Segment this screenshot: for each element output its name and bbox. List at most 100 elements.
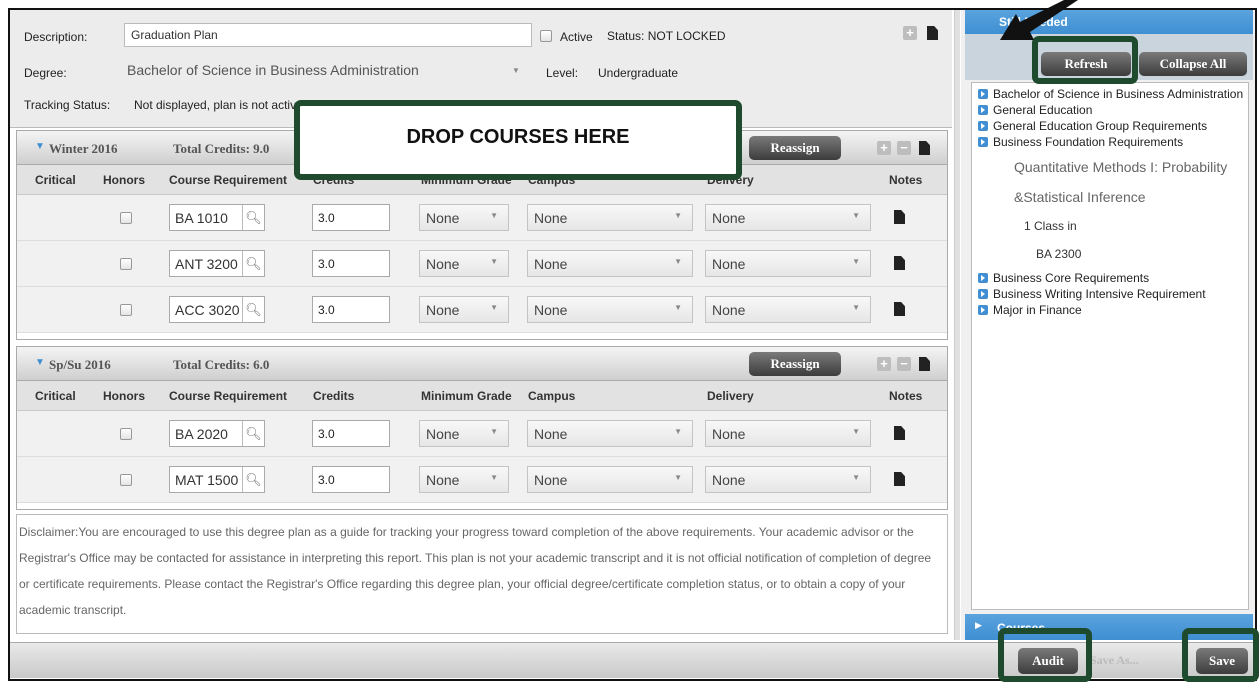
panel-splitter[interactable] bbox=[954, 10, 960, 640]
course-row: MAT 1500 🔍︎ 3.0 None ▼ None ▼ None ▼ bbox=[17, 457, 947, 503]
credits-input[interactable]: 3.0 bbox=[312, 466, 390, 493]
expand-icon[interactable] bbox=[978, 121, 988, 131]
minus-icon[interactable]: − bbox=[897, 357, 911, 371]
campus-select[interactable]: None ▼ bbox=[527, 296, 693, 323]
tracking-label: Tracking Status: bbox=[24, 98, 111, 112]
notes-icon[interactable] bbox=[894, 302, 905, 316]
reassign-button[interactable]: Reassign bbox=[749, 352, 841, 376]
campus-select[interactable]: None ▼ bbox=[527, 420, 693, 447]
course-input[interactable]: MAT 1500 🔍︎ bbox=[169, 466, 265, 493]
delivery-value: None bbox=[712, 210, 746, 226]
tree-item-label: Major in Finance bbox=[993, 303, 1082, 317]
course-code: BA 2020 bbox=[175, 426, 228, 442]
honors-checkbox[interactable] bbox=[120, 428, 132, 440]
reassign-button[interactable]: Reassign bbox=[749, 136, 841, 160]
drop-zone[interactable]: DROP COURSES HERE bbox=[294, 100, 742, 180]
delivery-select[interactable]: None ▼ bbox=[705, 466, 871, 493]
expand-triangle-icon[interactable]: ▼ bbox=[35, 357, 45, 368]
course-input[interactable]: ANT 3200 🔍︎ bbox=[169, 250, 265, 277]
description-input[interactable]: Graduation Plan bbox=[124, 23, 532, 47]
tree-item[interactable]: Major in Finance bbox=[978, 303, 1082, 317]
expand-icon[interactable] bbox=[978, 305, 988, 315]
notes-icon[interactable] bbox=[919, 141, 930, 155]
expand-icon[interactable] bbox=[978, 289, 988, 299]
expand-icon[interactable] bbox=[978, 273, 988, 283]
search-icon[interactable]: 🔍︎ bbox=[242, 205, 264, 230]
expand-icon[interactable] bbox=[978, 89, 988, 99]
notes-icon[interactable] bbox=[894, 210, 905, 224]
expand-icon[interactable] bbox=[978, 105, 988, 115]
campus-select[interactable]: None ▼ bbox=[527, 466, 693, 493]
delivery-select[interactable]: None ▼ bbox=[705, 250, 871, 277]
search-icon[interactable]: 🔍︎ bbox=[242, 297, 264, 322]
drop-zone-label: DROP COURSES HERE bbox=[406, 126, 630, 148]
campus-select[interactable]: None ▼ bbox=[527, 204, 693, 231]
campus-select[interactable]: None ▼ bbox=[527, 250, 693, 277]
col-course: Course Requirement bbox=[169, 389, 288, 403]
required-course-link[interactable]: BA 2300 bbox=[1036, 247, 1081, 261]
min-grade-select[interactable]: None ▼ bbox=[419, 420, 509, 447]
collapse-all-button[interactable]: Collapse All bbox=[1139, 52, 1247, 76]
tree-item-label: Bachelor of Science in Business Administ… bbox=[993, 87, 1244, 101]
save-as-button[interactable]: Save As... bbox=[1090, 653, 1139, 668]
tree-item[interactable]: Business Foundation Requirements bbox=[978, 135, 1183, 149]
delivery-select[interactable]: None ▼ bbox=[705, 296, 871, 323]
honors-checkbox[interactable] bbox=[120, 258, 132, 270]
course-input[interactable]: BA 2020 🔍︎ bbox=[169, 420, 265, 447]
requirement-detail: &Statistical Inference bbox=[1014, 189, 1146, 205]
min-grade-select[interactable]: None ▼ bbox=[419, 296, 509, 323]
minus-icon[interactable]: − bbox=[897, 141, 911, 155]
tree-item[interactable]: Business Writing Intensive Requirement bbox=[978, 287, 1206, 301]
term-header: ▼ Sp/Su 2016 Total Credits: 6.0 Reassign… bbox=[17, 347, 947, 381]
credits-input[interactable]: 3.0 bbox=[312, 250, 390, 277]
plus-icon[interactable]: + bbox=[877, 141, 891, 155]
min-grade-select[interactable]: None ▼ bbox=[419, 466, 509, 493]
min-grade-select[interactable]: None ▼ bbox=[419, 204, 509, 231]
course-code: MAT 1500 bbox=[175, 472, 239, 488]
plus-icon[interactable]: + bbox=[877, 357, 891, 371]
tree-item[interactable]: Bachelor of Science in Business Administ… bbox=[978, 87, 1243, 101]
honors-checkbox[interactable] bbox=[120, 474, 132, 486]
term-total-credits: Total Credits: 9.0 bbox=[173, 141, 270, 156]
requirements-tree: Bachelor of Science in Business Administ… bbox=[971, 82, 1249, 610]
min-grade-value: None bbox=[426, 426, 460, 442]
notes-icon[interactable] bbox=[919, 357, 930, 371]
lock-status: Status: NOT LOCKED bbox=[607, 29, 726, 43]
delivery-select[interactable]: None ▼ bbox=[705, 204, 871, 231]
search-icon[interactable]: 🔍︎ bbox=[242, 467, 264, 492]
tree-item[interactable]: General Education Group Requirements bbox=[978, 119, 1207, 133]
search-icon[interactable]: 🔍︎ bbox=[242, 421, 264, 446]
requirement-count: 1 Class in bbox=[1024, 219, 1077, 233]
delivery-value: None bbox=[712, 426, 746, 442]
honors-checkbox[interactable] bbox=[120, 212, 132, 224]
notes-icon[interactable] bbox=[894, 472, 905, 486]
tree-item[interactable]: General Education bbox=[978, 103, 1092, 117]
expand-triangle-icon[interactable]: ▼ bbox=[35, 141, 45, 152]
notes-icon[interactable] bbox=[894, 426, 905, 440]
campus-value: None bbox=[534, 302, 568, 318]
course-input[interactable]: ACC 3020 🔍︎ bbox=[169, 296, 265, 323]
course-code: ANT 3200 bbox=[175, 256, 238, 272]
delivery-select[interactable]: None ▼ bbox=[705, 420, 871, 447]
search-icon[interactable]: 🔍︎ bbox=[242, 251, 264, 276]
min-grade-select[interactable]: None ▼ bbox=[419, 250, 509, 277]
save-highlight bbox=[1182, 628, 1259, 682]
chevron-down-icon: ▼ bbox=[852, 473, 860, 482]
collapse-icon[interactable] bbox=[978, 137, 988, 147]
notes-icon[interactable] bbox=[894, 256, 905, 270]
active-checkbox[interactable] bbox=[540, 30, 552, 42]
active-label: Active bbox=[560, 30, 593, 44]
col-honors: Honors bbox=[103, 173, 145, 187]
credits-input[interactable]: 3.0 bbox=[312, 204, 390, 231]
degree-select[interactable]: Bachelor of Science in Business Administ… bbox=[127, 62, 527, 84]
tree-item[interactable]: Business Core Requirements bbox=[978, 271, 1149, 285]
honors-checkbox[interactable] bbox=[120, 304, 132, 316]
col-credits: Credits bbox=[313, 389, 355, 403]
notes-icon[interactable] bbox=[927, 26, 938, 40]
plus-icon[interactable]: + bbox=[903, 26, 917, 40]
term-block-spsu-2016: ▼ Sp/Su 2016 Total Credits: 6.0 Reassign… bbox=[16, 346, 948, 510]
chevron-down-icon: ▼ bbox=[674, 257, 682, 266]
credits-input[interactable]: 3.0 bbox=[312, 420, 390, 447]
credits-input[interactable]: 3.0 bbox=[312, 296, 390, 323]
course-input[interactable]: BA 1010 🔍︎ bbox=[169, 204, 265, 231]
